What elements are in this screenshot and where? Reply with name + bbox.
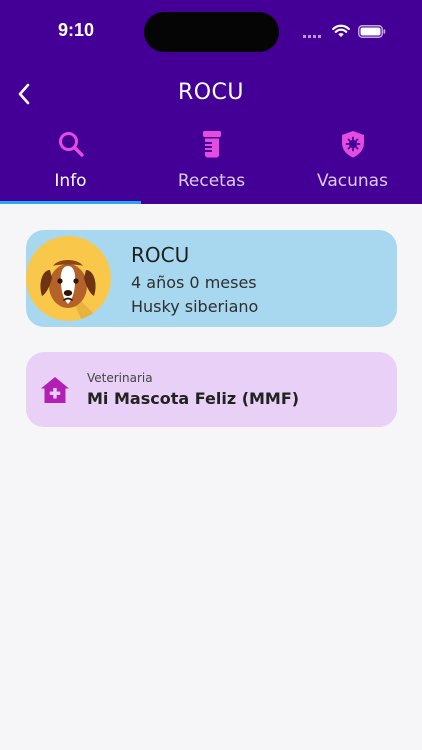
status-time: 9:10 <box>58 20 95 40</box>
vet-label: Veterinaria <box>87 371 153 385</box>
search-icon <box>58 132 84 157</box>
tab-vacunas-label: Vacunas <box>317 171 388 191</box>
pet-avatar <box>26 236 111 321</box>
house-medical-icon <box>41 377 69 403</box>
tab-info[interactable]: Info <box>0 125 141 204</box>
shield-virus-icon <box>341 131 364 158</box>
page-title: ROCU <box>177 80 245 105</box>
tab-recetas-label: Recetas <box>177 171 246 191</box>
tab-vacunas[interactable]: Vacunas <box>282 125 422 204</box>
vet-name: Mi Mascota Feliz (MMF) <box>87 389 300 408</box>
tab-recetas[interactable]: Recetas <box>141 125 282 204</box>
app-header: 9:10 ROCU Info Recetas Vacunas <box>0 0 422 204</box>
cellular-icon <box>303 35 323 38</box>
pet-age: 4 años 0 meses <box>131 273 257 292</box>
dynamic-island <box>144 12 279 52</box>
battery-icon <box>358 25 386 38</box>
pet-info-card[interactable]: ROCU 4 años 0 meses Husky siberiano <box>26 230 397 327</box>
wifi-icon <box>332 24 350 37</box>
pet-breed: Husky siberiano <box>131 297 259 316</box>
vet-card[interactable]: Veterinaria Mi Mascota Feliz (MMF) <box>26 352 397 427</box>
dog-avatar-icon <box>40 260 101 321</box>
pet-name: ROCU <box>131 243 190 267</box>
active-tab-indicator <box>0 201 141 204</box>
pill-bottle-icon <box>202 131 221 158</box>
tab-info-label: Info <box>54 171 87 191</box>
